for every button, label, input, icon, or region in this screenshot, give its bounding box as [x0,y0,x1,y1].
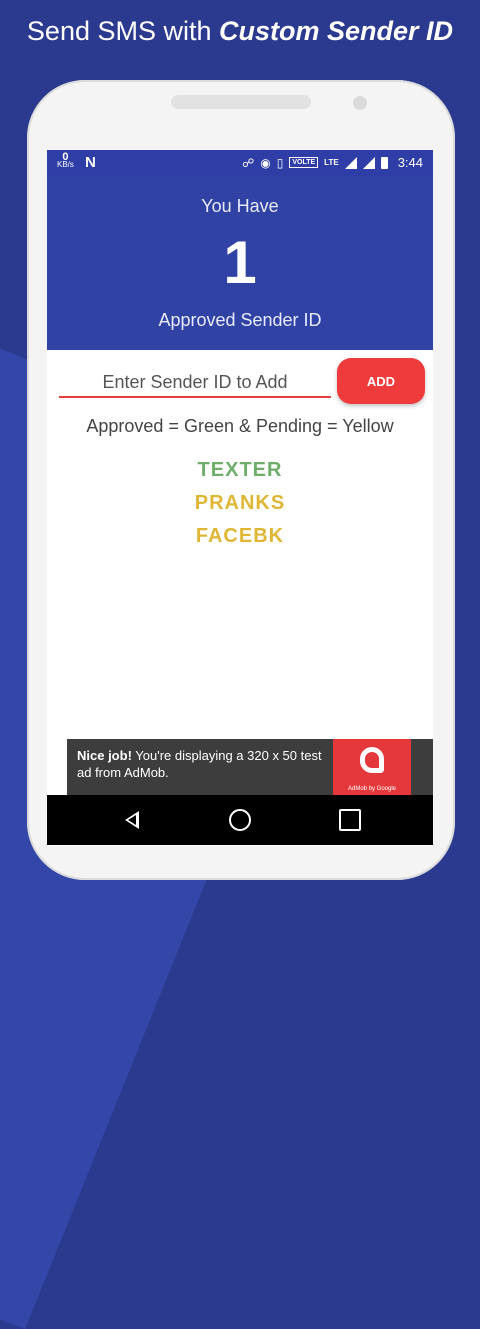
network-speed: 0 KB/s [57,152,74,169]
list-item: PRANKS [194,492,286,514]
signal-icon [344,156,357,169]
phone-speaker [171,95,311,109]
admob-icon [360,747,384,773]
admob-caption: AdMob by Google [347,786,397,792]
notification-n-icon: N [85,154,96,171]
admob-logo: AdMob by Google [333,739,411,795]
status-clock: 3:44 [397,155,423,170]
status-legend: Approved = Green & Pending = Yellow [86,416,394,436]
signal-icon [362,156,375,169]
you-have-label: You Have [201,196,279,216]
hotspot-icon: ◉ [260,155,271,170]
promo-headline: Send SMS with Custom Sender ID [0,16,480,47]
phone-camera [353,96,367,110]
ad-text: Nice job! You're displaying a 320 x 50 t… [77,747,337,781]
sender-id-input[interactable] [59,368,331,398]
status-bar: 0 KB/s N ☍ ◉ ▯ VOLTE LTE 3:44 [47,150,433,176]
headline-prefix: Send SMS with [26,16,220,46]
headphones-icon: ☍ [242,155,255,170]
sender-id-list: TEXTER PRANKS FACEBK [47,454,433,553]
recents-icon[interactable] [339,809,361,831]
status-icons: ☍ ◉ ▯ VOLTE LTE 3:44 [242,155,423,170]
battery-icon [380,156,388,169]
vibrate-icon: ▯ [276,155,284,170]
sender-count-panel: You Have 1 Approved Sender ID [47,176,433,350]
volte-badge: VOLTE [289,157,319,168]
approved-count: 1 [223,229,257,296]
system-nav-bar [47,795,433,845]
admob-banner[interactable]: Nice job! You're displaying a 320 x 50 t… [67,739,433,795]
add-button[interactable]: ADD [337,358,425,404]
network-speed-unit: KB/s [57,160,74,169]
lte-badge: LTE [324,157,339,167]
app-screen: 0 KB/s N ☍ ◉ ▯ VOLTE LTE 3:44 You Have 1… [47,150,433,846]
list-item: TEXTER [197,459,283,481]
home-icon[interactable] [229,809,251,831]
list-item: FACEBK [195,525,285,547]
ad-headline: Nice job! [77,748,132,763]
approved-sender-label: Approved Sender ID [158,310,322,330]
back-icon[interactable] [121,809,143,831]
headline-emphasis: Custom Sender ID [219,16,454,46]
